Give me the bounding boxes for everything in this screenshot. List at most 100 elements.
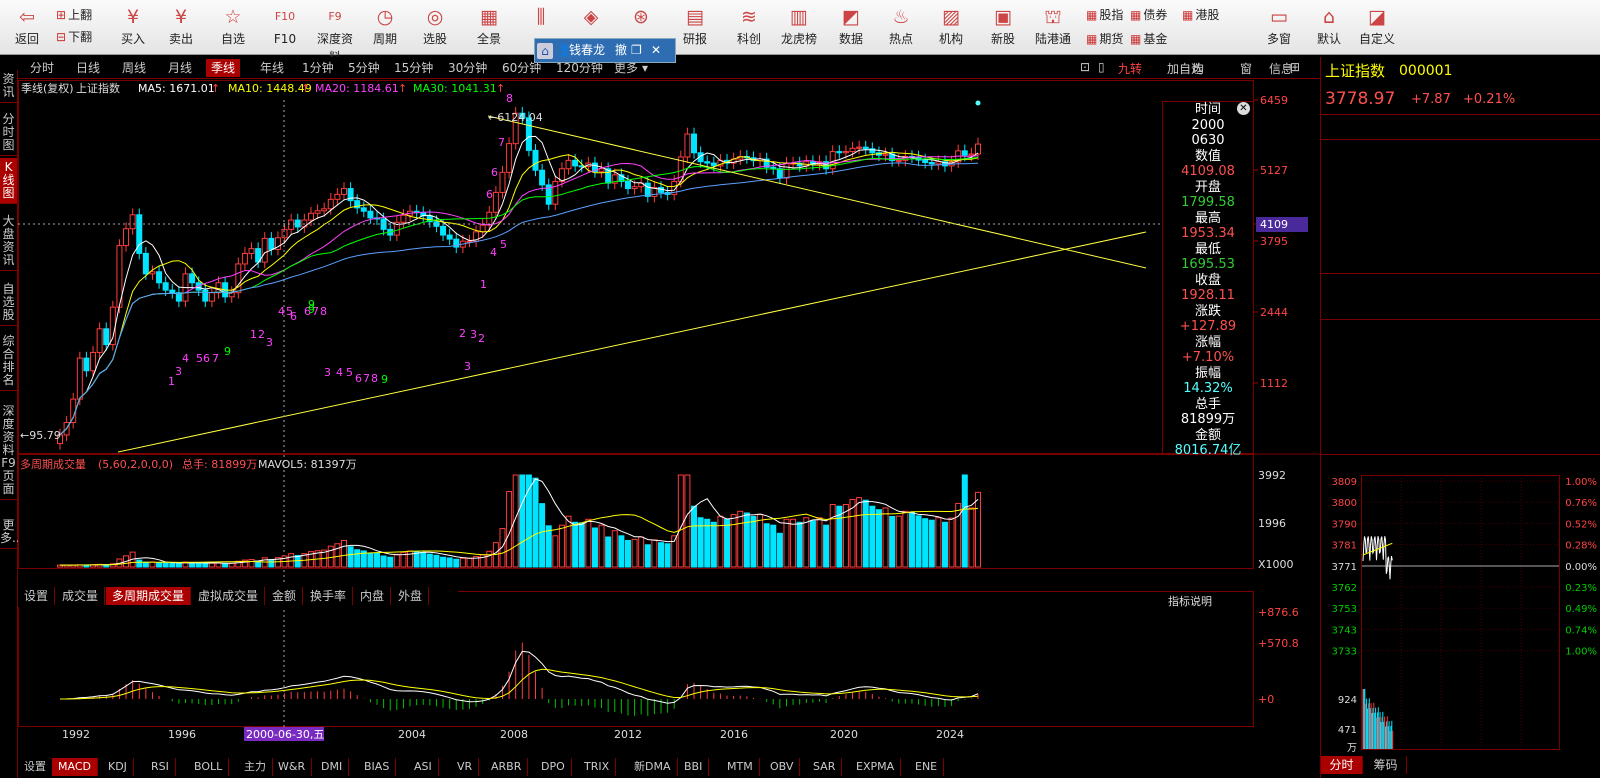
market-link-1[interactable]: ▦ 债券 xyxy=(1130,6,1167,23)
left-tab-1[interactable]: 分时图 xyxy=(0,110,17,156)
left-tab-7[interactable]: 更多.. xyxy=(0,516,20,549)
ind_tabs-tab-17[interactable]: OBV xyxy=(764,758,801,776)
toolbar-button-周期[interactable]: ◷ 周期 xyxy=(362,4,408,52)
period-tab-7[interactable]: 5分钟 xyxy=(348,60,380,76)
page-up-button[interactable]: ⊞ 上翻 xyxy=(56,6,92,23)
page-down-button[interactable]: ⊟ 下翻 xyxy=(56,28,92,45)
market-icon: ▦ xyxy=(1086,8,1098,22)
ind_tabs-tab-15[interactable]: BBI xyxy=(678,758,710,776)
info-close-icon[interactable]: ✕ xyxy=(1237,102,1250,115)
volume-bar xyxy=(955,502,962,568)
toolbar-button-科创[interactable]: ≋ 科创 xyxy=(726,4,772,52)
candle-body xyxy=(624,180,631,190)
toolbar-button-买入[interactable]: ¥ 买入 xyxy=(110,4,156,52)
ind_tabs-tab-14[interactable]: 新DMA xyxy=(628,758,678,776)
ind_tabs-tab-18[interactable]: SAR xyxy=(807,758,843,776)
ind_tabs-tab-4[interactable]: BOLL xyxy=(188,758,230,776)
ind_tabs-tab-19[interactable]: EXPMA xyxy=(850,758,902,776)
toolbar-button-F10[interactable]: F10 F10 xyxy=(262,4,308,52)
period-tab-6[interactable]: 1分钟 xyxy=(302,60,334,76)
chart-option-2[interactable]: 均 xyxy=(1192,60,1204,77)
period-tab-1[interactable]: 日线 xyxy=(76,60,100,76)
toolbar-button-新股[interactable]: ▣ 新股 xyxy=(980,4,1026,52)
toolbar-button-机构[interactable]: ▨ 机构 xyxy=(928,4,974,52)
vol_tabs-tab-3[interactable]: 虚拟成交量 xyxy=(192,587,266,605)
ind_tabs-tab-0[interactable]: 设置 xyxy=(18,758,53,776)
vol_tabs-tab-0[interactable]: 设置 xyxy=(18,587,56,605)
candle-body xyxy=(506,143,513,173)
close-icon[interactable]: ✕ xyxy=(651,39,661,62)
revoke-button[interactable]: 撤 xyxy=(615,39,627,62)
volume-bar xyxy=(446,557,453,568)
market-link-0[interactable]: ▦ 股指 xyxy=(1086,6,1123,23)
toolbar-button-龙虎榜[interactable]: ▥ 龙虎榜 xyxy=(776,4,822,52)
ind_tabs-tab-6[interactable]: W&R xyxy=(272,758,313,776)
left-tab-5[interactable]: 综合排名 xyxy=(0,332,17,391)
period-tab-2[interactable]: 周线 xyxy=(122,60,146,76)
ind_tabs-tab-3[interactable]: RSI xyxy=(145,758,176,776)
chart-option-3[interactable]: 窗 xyxy=(1240,60,1252,77)
vol_tabs-tab-6[interactable]: 内盘 xyxy=(354,587,392,605)
pin-icon[interactable]: ⊞ xyxy=(1290,60,1300,74)
period-tab-3[interactable]: 月线 xyxy=(168,60,192,76)
period-tab-0[interactable]: 分时 xyxy=(30,60,54,76)
vol_tabs-tab-4[interactable]: 金额 xyxy=(266,587,304,605)
ind_tabs-tab-9[interactable]: ASI xyxy=(408,758,439,776)
note-icon[interactable]: ▯ xyxy=(1098,60,1105,74)
toolbar-button-数据[interactable]: ◩ 数据 xyxy=(828,4,874,52)
vol_tabs-tab-1[interactable]: 成交量 xyxy=(56,587,106,605)
ind_tabs-tab-10[interactable]: VR xyxy=(451,758,480,776)
toolbar-button-多窗[interactable]: ▭ 多窗 xyxy=(1256,4,1302,52)
ind_tabs-tab-2[interactable]: KDJ xyxy=(102,758,134,776)
vol_tabs-tab-5[interactable]: 换手率 xyxy=(304,587,354,605)
vol_tabs-tab-7[interactable]: 外盘 xyxy=(392,587,430,605)
toolbar-button-卖出[interactable]: ¥ 卖出 xyxy=(158,4,204,52)
period-tab-8[interactable]: 15分钟 xyxy=(394,60,433,76)
main-chart-area[interactable]: 季线(复权) 上证指数 MA5: 1671.01 MA10: 1448.49 MA20:… xyxy=(18,80,1320,758)
ind_tabs-tab-20[interactable]: ENE xyxy=(909,758,945,776)
chart-option-0[interactable]: 九转 xyxy=(1118,60,1142,77)
ind_tabs-tab-16[interactable]: MTM xyxy=(721,758,760,776)
toolbar-button-选股[interactable]: ◎ 选股 xyxy=(412,4,458,52)
mini-tab-1[interactable]: 筹码 xyxy=(1365,756,1407,774)
toolbar-button-深度资料[interactable]: F9深度资料 xyxy=(312,4,358,64)
indicator-help-link[interactable]: 指标说明 xyxy=(1168,594,1212,608)
period-tab-4[interactable]: 季线 xyxy=(206,59,241,77)
left-tab-6[interactable]: 深度资料F9页面 xyxy=(0,402,17,500)
user-name[interactable]: 钱春龙 xyxy=(569,39,605,62)
home-icon[interactable]: ⌂ xyxy=(537,43,553,59)
ind_tabs-tab-5[interactable]: 主力 xyxy=(238,758,273,776)
market-link-4[interactable]: ▦ 基金 xyxy=(1130,30,1167,47)
left-tab-4[interactable]: 自选股 xyxy=(0,280,17,326)
fullscreen-icon[interactable]: ⊡ xyxy=(1080,60,1090,74)
ind_tabs-tab-7[interactable]: DMI xyxy=(315,758,350,776)
ind_tabs-tab-8[interactable]: BIAS xyxy=(358,758,397,776)
toolbar-button-默认[interactable]: ⌂ 默认 xyxy=(1306,4,1352,52)
toolbar-button-自定义[interactable]: ◪ 自定义 xyxy=(1354,4,1400,52)
ind_tabs-tab-11[interactable]: ARBR xyxy=(485,758,529,776)
market-link-2[interactable]: ▦ 港股 xyxy=(1182,6,1219,23)
toolbar-button-研报[interactable]: ▤ 研报 xyxy=(672,4,718,52)
left-tab-2[interactable]: K线图 xyxy=(0,158,17,204)
x-axis-label: 1992 xyxy=(62,728,90,741)
toolbar-button-陆港通[interactable]: ⛫ 陆港通 xyxy=(1030,4,1076,52)
vol_tabs-tab-2[interactable]: 多周期成交量 xyxy=(106,587,192,605)
market-link-3[interactable]: ▦ 期货 xyxy=(1086,30,1123,47)
toolbar-button-全景[interactable]: ▦ 全景 xyxy=(466,4,512,52)
left-tab-3[interactable]: 大盘资讯 xyxy=(0,212,17,271)
restore-icon[interactable]: ❐ xyxy=(631,39,642,62)
left-tab-0[interactable]: 资讯 xyxy=(0,70,17,103)
period-tab-9[interactable]: 30分钟 xyxy=(448,60,487,76)
toolbar-button-热点[interactable]: ♨ 热点 xyxy=(878,4,924,52)
ind_tabs-tab-13[interactable]: TRIX xyxy=(578,758,617,776)
kline-chart[interactable]: 季线(复权) 上证指数 MA5: 1671.01 MA10: 1448.49 MA20:… xyxy=(18,80,1320,758)
period-tab-5[interactable]: 年线 xyxy=(260,60,284,76)
volume-bar xyxy=(294,554,301,568)
user-chip[interactable]: ⌂ 👤 钱春龙 撤 ❐ ✕ xyxy=(534,38,676,63)
toolbar-button-返回[interactable]: ⇦ 返回 xyxy=(4,4,50,52)
ind_tabs-tab-12[interactable]: DPO xyxy=(535,758,572,776)
mini-tab-0[interactable]: 分时 xyxy=(1321,756,1363,774)
candle-body xyxy=(783,162,790,179)
toolbar-button-自选[interactable]: ☆ 自选 xyxy=(210,4,256,52)
ind_tabs-tab-1[interactable]: MACD xyxy=(52,758,98,776)
